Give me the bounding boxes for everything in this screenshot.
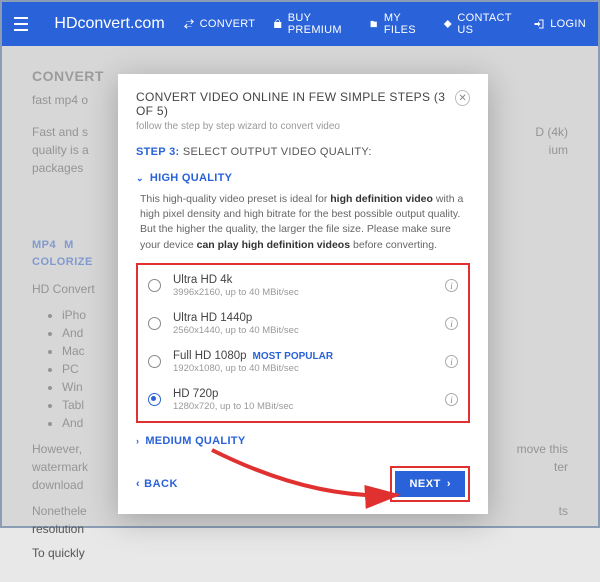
quality-name: Ultra HD 4k <box>173 274 433 286</box>
section-high-desc: This high-quality video preset is ideal … <box>136 190 470 261</box>
bag-icon <box>273 18 282 30</box>
chevron-right-icon: › <box>447 478 451 490</box>
modal-scroll: ⌄ HIGH QUALITY This high-quality video pr… <box>136 166 470 458</box>
quality-detail: 2560x1440, up to 40 MBit/sec <box>173 325 433 336</box>
modal-footer: ‹ BACK NEXT › <box>136 458 470 502</box>
step-label: STEP 3: SELECT OUTPUT VIDEO QUALITY: <box>136 146 470 158</box>
nav-login[interactable]: LOGIN <box>533 18 586 30</box>
radio-icon[interactable] <box>148 279 161 292</box>
section-high-title: HIGH QUALITY <box>150 172 232 184</box>
info-icon[interactable]: i <box>445 279 458 292</box>
section-high-quality: ⌄ HIGH QUALITY This high-quality video pr… <box>136 166 470 423</box>
quality-detail: 3996x2160, up to 40 MBit/sec <box>173 287 433 298</box>
next-button[interactable]: NEXT › <box>395 471 465 497</box>
section-toggle-high[interactable]: ⌄ HIGH QUALITY <box>136 166 470 190</box>
radio-icon-selected[interactable] <box>148 393 161 406</box>
menu-icon[interactable] <box>14 17 28 31</box>
quality-option-1440p[interactable]: Ultra HD 1440p2560x1440, up to 40 MBit/s… <box>138 305 468 343</box>
most-popular-badge: MOST POPULAR <box>253 351 334 362</box>
login-icon <box>533 18 545 30</box>
diamond-icon <box>443 18 452 30</box>
info-icon[interactable]: i <box>445 317 458 330</box>
nav-convert-label: CONVERT <box>200 18 256 30</box>
radio-icon[interactable] <box>148 355 161 368</box>
nav-buy-premium[interactable]: BUY PREMIUM <box>273 12 351 36</box>
info-icon[interactable]: i <box>445 393 458 406</box>
quality-detail: 1920x1080, up to 40 MBit/sec <box>173 363 433 374</box>
back-button[interactable]: ‹ BACK <box>136 478 178 490</box>
section-toggle-medium[interactable]: › MEDIUM QUALITY <box>136 429 470 453</box>
quality-name: Full HD 1080pMOST POPULAR <box>173 350 433 362</box>
convert-wizard-modal: CONVERT VIDEO ONLINE IN FEW SIMPLE STEPS… <box>118 74 488 514</box>
annotation-next-highlight: NEXT › <box>390 466 470 502</box>
nav-convert[interactable]: CONVERT <box>183 18 256 30</box>
quality-detail: 1280x720, up to 10 MBit/sec <box>173 401 433 412</box>
next-label: NEXT <box>409 478 440 490</box>
chevron-down-icon: ⌄ <box>136 173 144 184</box>
quality-name: HD 720p <box>173 388 433 400</box>
chevron-left-icon: ‹ <box>136 478 140 490</box>
nav-buy-label: BUY PREMIUM <box>288 12 352 36</box>
nav-login-label: LOGIN <box>550 18 586 30</box>
nav-contact[interactable]: CONTACT US <box>443 12 515 36</box>
quality-option-720p[interactable]: HD 720p1280x720, up to 10 MBit/sec i <box>138 381 468 419</box>
quality-name: Ultra HD 1440p <box>173 312 433 324</box>
nav-files-label: MY FILES <box>384 12 425 36</box>
chevron-right-icon: › <box>136 436 139 446</box>
section-medium-title: MEDIUM QUALITY <box>145 435 245 447</box>
quality-option-1080p[interactable]: Full HD 1080pMOST POPULAR1920x1080, up t… <box>138 343 468 381</box>
top-navbar: HDconvert.com CONVERT BUY PREMIUM MY FIL… <box>2 2 598 46</box>
quality-options-list: Ultra HD 4k3996x2160, up to 40 MBit/sec … <box>136 263 470 423</box>
brand-title[interactable]: HDconvert.com <box>54 15 164 33</box>
info-icon[interactable]: i <box>445 355 458 368</box>
nav-contact-label: CONTACT US <box>457 12 515 36</box>
app-frame: HDconvert.com CONVERT BUY PREMIUM MY FIL… <box>0 0 600 528</box>
quality-option-4k[interactable]: Ultra HD 4k3996x2160, up to 40 MBit/sec … <box>138 267 468 305</box>
modal-title: CONVERT VIDEO ONLINE IN FEW SIMPLE STEPS… <box>136 90 455 118</box>
nav-my-files[interactable]: MY FILES <box>369 12 424 36</box>
radio-icon[interactable] <box>148 317 161 330</box>
swap-icon <box>183 18 195 30</box>
modal-subtitle: follow the step by step wizard to conver… <box>136 121 455 132</box>
back-label: BACK <box>144 478 178 490</box>
close-icon[interactable]: ✕ <box>455 90 470 106</box>
files-icon <box>369 18 378 30</box>
